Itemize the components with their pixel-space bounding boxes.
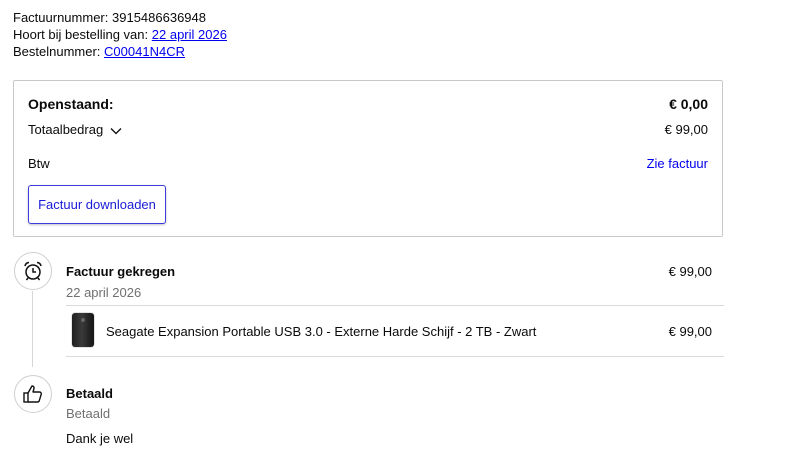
total-row: Totaalbedrag € 99,00 (28, 122, 708, 137)
paid-badge (14, 375, 52, 413)
order-number-label: Bestelnummer: (13, 44, 101, 59)
order-number-link[interactable]: C00041N4CR (104, 44, 185, 59)
outstanding-label: Openstaand: (28, 96, 114, 112)
vat-label: Btw (28, 156, 50, 171)
download-invoice-button[interactable]: Factuur downloaden (28, 185, 166, 224)
paid-status: Betaald (66, 406, 111, 421)
outstanding-value: € 0,00 (669, 96, 708, 112)
invoice-received-title: Factuur gekregen (66, 264, 176, 279)
invoice-received-date: 22 april 2026 (66, 285, 142, 300)
order-date-link[interactable]: 22 april 2026 (152, 27, 227, 42)
timeline-connector (32, 291, 33, 367)
invoice-received-amount: € 99,00 (668, 264, 712, 279)
invoice-number-label: Factuurnummer: (13, 10, 109, 25)
total-value: € 99,00 (664, 122, 708, 137)
invoice-number-line: Factuurnummer: 3915486636948 (13, 9, 227, 26)
view-invoice-link[interactable]: Zie factuur (647, 156, 708, 171)
total-label: Totaalbedrag (28, 122, 104, 137)
invoice-meta: Factuurnummer: 3915486636948 Hoort bij b… (13, 9, 227, 60)
chevron-down-icon (110, 127, 122, 134)
product-amount: € 99,00 (668, 324, 712, 339)
order-date-label: Hoort bij bestelling van: (13, 27, 149, 42)
vat-row: Btw Zie factuur (28, 156, 708, 171)
order-number-line: Bestelnummer: C00041N4CR (13, 43, 227, 60)
product-image-led (81, 318, 85, 322)
product-image (72, 313, 94, 347)
thank-you-message: Dank je wel (66, 431, 134, 446)
product-name: Seagate Expansion Portable USB 3.0 - Ext… (106, 324, 537, 339)
outstanding-row: Openstaand: € 0,00 (28, 96, 708, 112)
total-toggle[interactable]: Totaalbedrag (28, 122, 122, 137)
divider (66, 356, 724, 357)
paid-title: Betaald (66, 386, 113, 401)
thumbs-up-icon (23, 385, 42, 403)
invoice-received-badge (14, 252, 52, 290)
order-date-line: Hoort bij bestelling van: 22 april 2026 (13, 26, 227, 43)
divider (66, 305, 724, 306)
invoice-number: 3915486636948 (112, 10, 206, 25)
alarm-clock-icon (24, 261, 42, 281)
invoice-summary-box: Openstaand: € 0,00 Totaalbedrag € 99,00 … (13, 80, 723, 237)
